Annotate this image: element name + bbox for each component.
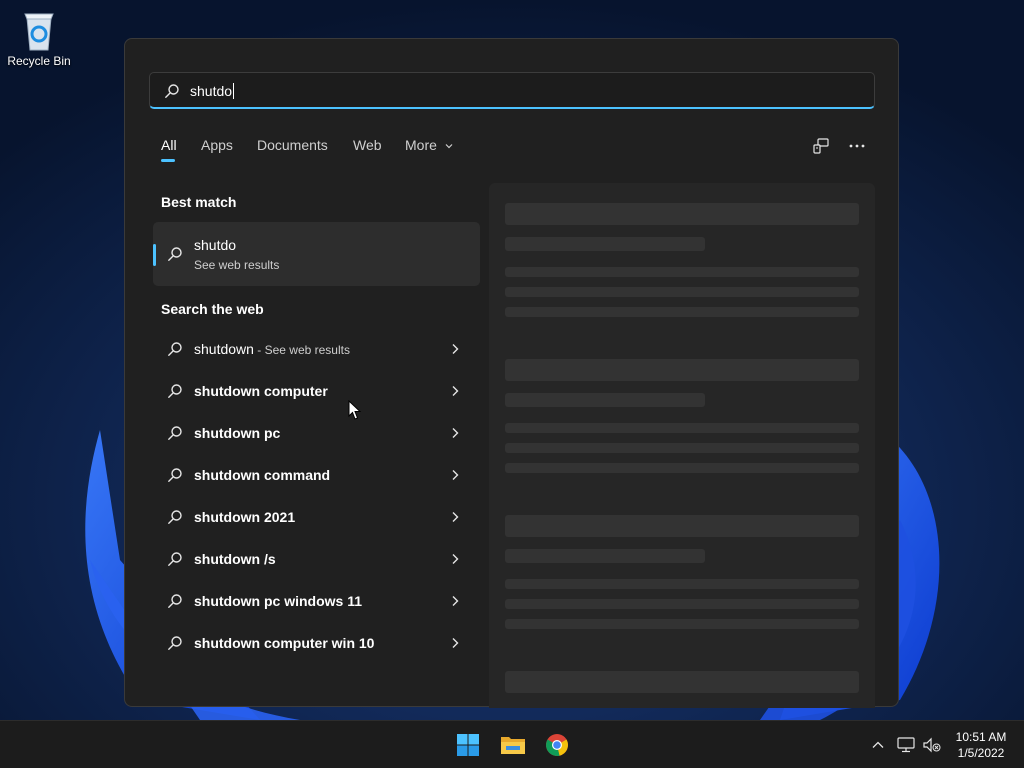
web-suggestion-text: shutdown /s — [194, 551, 276, 567]
search-icon — [165, 84, 179, 98]
web-suggestion-item[interactable]: shutdown computer — [153, 371, 480, 411]
tab-all[interactable]: All — [161, 137, 177, 162]
web-suggestion-text: shutdown - See web results — [194, 341, 350, 357]
network-status-button[interactable] — [896, 735, 916, 755]
tab-documents[interactable]: Documents — [257, 137, 328, 153]
web-suggestion-item[interactable]: shutdown 2021 — [153, 497, 480, 537]
chevron-right-icon — [452, 344, 459, 354]
search-panel: shutdo All Apps Documents Web More Best … — [124, 38, 899, 708]
connected-devices-button[interactable] — [807, 133, 835, 159]
best-match-heading: Best match — [161, 194, 237, 210]
more-options-button[interactable] — [843, 133, 871, 159]
web-suggestion-item[interactable]: shutdown pc — [153, 413, 480, 453]
preview-pane-loading — [489, 183, 875, 708]
show-hidden-icons-button[interactable] — [868, 735, 888, 755]
selection-indicator — [153, 244, 156, 266]
file-explorer-button[interactable] — [497, 729, 529, 761]
windows-start-icon — [457, 734, 479, 756]
web-suggestion-item[interactable]: shutdown command — [153, 455, 480, 495]
web-suggestion-text: shutdown pc — [194, 425, 281, 441]
recycle-bin-label: Recycle Bin — [7, 54, 71, 68]
chevron-down-icon — [445, 144, 453, 149]
loading-placeholder — [505, 267, 859, 277]
chevron-right-icon — [452, 470, 459, 480]
web-suggestion-item[interactable]: shutdown pc windows 11 — [153, 581, 480, 621]
volume-muted-icon — [923, 737, 941, 753]
search-icon — [168, 342, 182, 356]
loading-placeholder — [505, 579, 859, 589]
web-suggestion-text: shutdown 2021 — [194, 509, 296, 525]
loading-placeholder — [505, 307, 859, 317]
search-icon — [168, 426, 182, 440]
mouse-cursor — [348, 400, 362, 420]
loading-placeholder — [505, 287, 859, 297]
chevron-right-icon — [452, 638, 459, 648]
loading-placeholder — [505, 203, 859, 225]
loading-placeholder — [505, 359, 859, 381]
chevron-up-icon — [872, 741, 884, 748]
search-query: shutdo — [190, 83, 235, 100]
chevron-right-icon — [452, 512, 459, 522]
web-suggestion-text: shutdown computer win 10 — [194, 635, 375, 651]
web-suggestion-text: shutdown computer — [194, 383, 328, 399]
volume-button[interactable] — [922, 735, 942, 755]
tab-all-indicator — [161, 159, 175, 162]
chrome-button[interactable] — [541, 729, 573, 761]
loading-placeholder — [505, 619, 859, 629]
best-match-subtitle: See web results — [194, 258, 280, 272]
taskbar-clock[interactable]: 10:51 AM 1/5/2022 — [946, 729, 1016, 761]
loading-placeholder — [505, 463, 859, 473]
chevron-right-icon — [452, 554, 459, 564]
loading-placeholder — [505, 515, 859, 537]
search-web-heading: Search the web — [161, 301, 264, 317]
tab-more[interactable]: More — [405, 137, 454, 153]
chevron-right-icon — [452, 596, 459, 606]
web-suggestion-text: shutdown command — [194, 467, 331, 483]
tab-apps[interactable]: Apps — [201, 137, 233, 153]
chevron-right-icon — [452, 386, 459, 396]
best-match-result[interactable]: shutdo See web results — [153, 222, 480, 286]
connected-devices-icon — [813, 138, 829, 154]
web-suggestion-text: shutdown pc windows 11 — [194, 593, 363, 609]
search-icon — [168, 510, 182, 524]
text-caret — [233, 83, 235, 100]
clock-time: 10:51 AM — [955, 730, 1007, 744]
search-icon — [168, 468, 182, 482]
network-icon — [897, 737, 915, 753]
search-icon — [168, 594, 182, 608]
loading-placeholder — [505, 549, 705, 563]
file-explorer-icon — [501, 737, 525, 754]
search-icon — [168, 552, 182, 566]
loading-placeholder — [505, 393, 705, 407]
web-suggestion-item[interactable]: shutdown - See web results — [153, 329, 480, 369]
search-icon — [168, 636, 182, 650]
loading-placeholder — [505, 423, 859, 433]
best-match-title: shutdo — [194, 237, 237, 253]
search-input[interactable]: shutdo — [149, 72, 875, 109]
chevron-right-icon — [452, 428, 459, 438]
recycle-bin-icon — [19, 8, 59, 52]
chrome-icon — [546, 734, 568, 756]
search-icon — [168, 384, 182, 398]
loading-placeholder — [505, 237, 705, 251]
clock-date: 1/5/2022 — [957, 746, 1005, 760]
loading-placeholder — [505, 443, 859, 453]
taskbar: 10:51 AM 1/5/2022 — [0, 720, 1024, 768]
web-suggestion-item[interactable]: shutdown computer win 10 — [153, 623, 480, 663]
start-button[interactable] — [452, 729, 484, 761]
loading-placeholder — [505, 671, 859, 693]
tab-web[interactable]: Web — [353, 137, 382, 153]
web-suggestion-item[interactable]: shutdown /s — [153, 539, 480, 579]
recycle-bin-shortcut[interactable]: Recycle Bin — [6, 8, 72, 68]
ellipsis-icon — [849, 144, 865, 148]
loading-placeholder — [505, 599, 859, 609]
search-icon — [168, 247, 182, 261]
